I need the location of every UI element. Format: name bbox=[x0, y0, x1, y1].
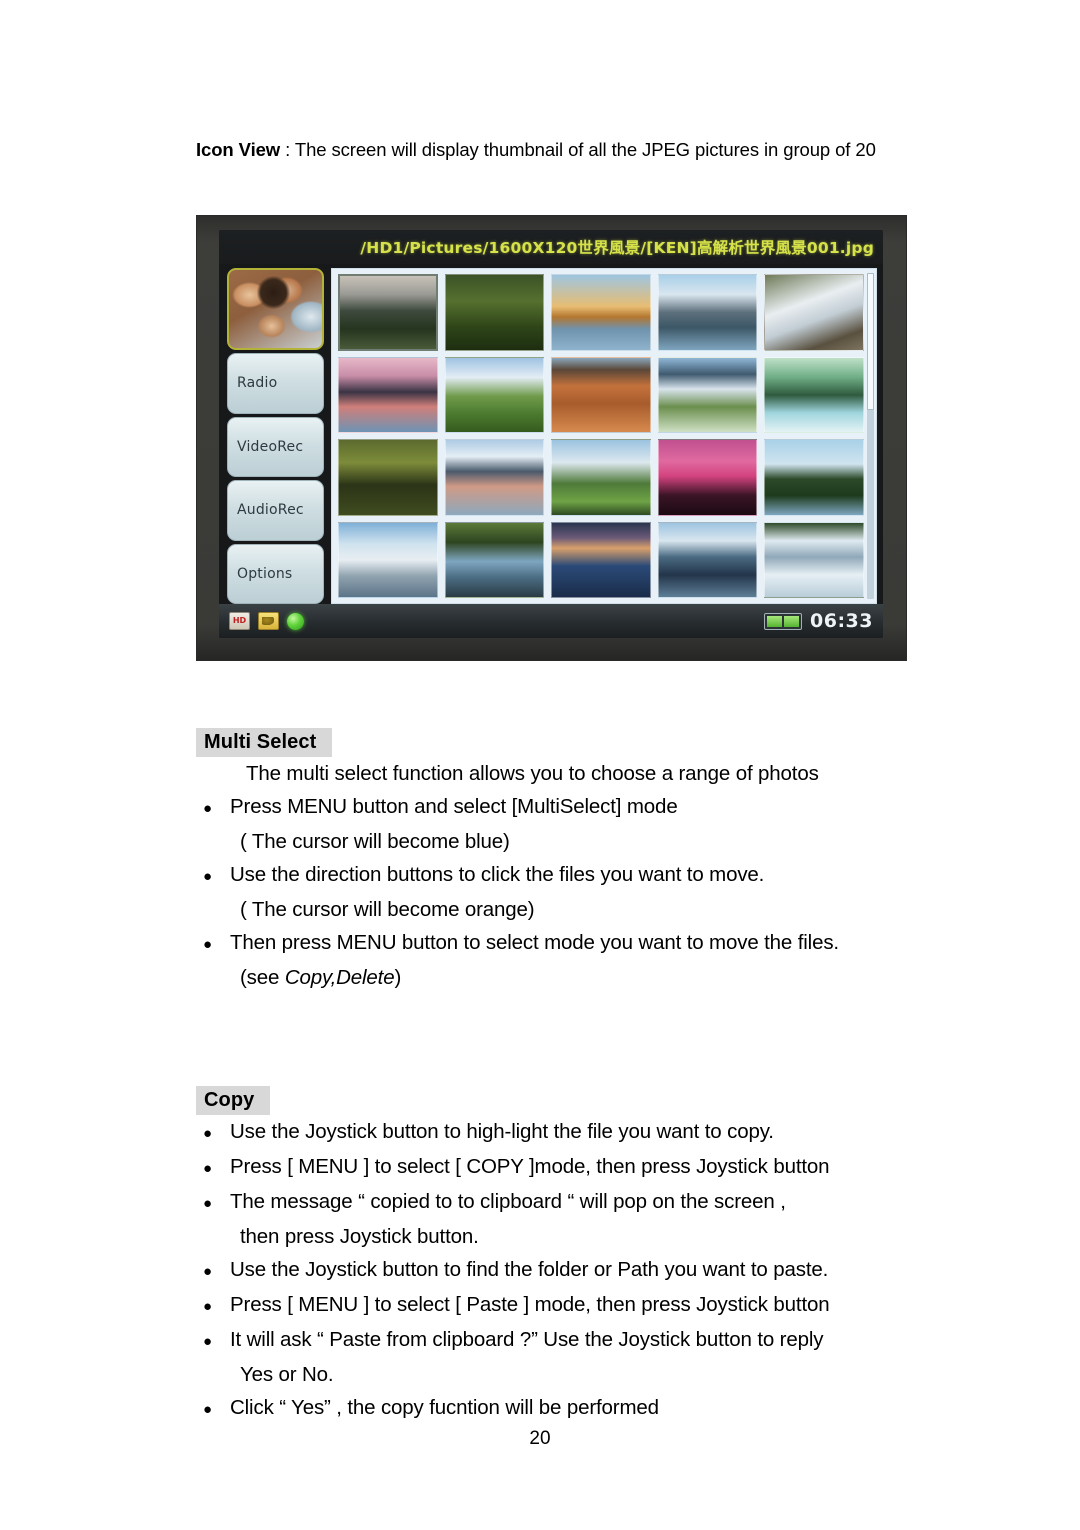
bullet-icon: ● bbox=[203, 1401, 212, 1418]
multi-select-bullet-1: ● Press MENU button and select [MultiSel… bbox=[196, 790, 1056, 825]
bullet-text: Then press MENU button to select mode yo… bbox=[230, 931, 839, 954]
bullet-icon: ● bbox=[203, 868, 212, 885]
copy-bullet-6-sub: Yes or No. bbox=[240, 1363, 334, 1386]
copy-bullet-1: ● Use the Joystick button to high-light … bbox=[196, 1115, 1056, 1150]
bullet-text: Press [ MENU ] to select [ COPY ]mode, t… bbox=[230, 1155, 830, 1178]
battery-cell bbox=[784, 615, 800, 627]
battery-cell bbox=[767, 615, 783, 627]
thumbnail-emerald-cascade-falls[interactable] bbox=[764, 356, 864, 433]
thumbnail-dense-jungle-canopy[interactable] bbox=[338, 439, 438, 516]
status-icon-group: HD bbox=[229, 612, 304, 630]
bullet-text: The message “ copied to to clipboard “ w… bbox=[230, 1190, 786, 1213]
thumbnail-green-meadow-clouds[interactable] bbox=[444, 356, 545, 433]
thumbnail-rocky-waterfall-rapids[interactable] bbox=[764, 274, 864, 351]
icon-view-description: Icon View : The screen will display thum… bbox=[196, 137, 1006, 163]
copy-bullet-7: ● Click “ Yes” , the copy fucntion will … bbox=[196, 1391, 1056, 1426]
copy-bullet-4: ● Use the Joystick button to find the fo… bbox=[196, 1253, 1056, 1288]
status-right-group: 06:33 bbox=[764, 610, 873, 632]
file-path-bar: /HD1/Pictures/1600X120世界風景/[KEN]高解析世界風景0… bbox=[219, 230, 883, 264]
grid-scrollbar[interactable] bbox=[867, 273, 874, 599]
multi-select-bullet-2: ● Use the direction buttons to click the… bbox=[196, 858, 1056, 893]
see-reference: Copy,Delete bbox=[284, 966, 395, 989]
copy-bullet-3-sub: then press Joystick button. bbox=[240, 1225, 479, 1248]
bullet-icon: ● bbox=[203, 1263, 212, 1280]
clock-time: 06:33 bbox=[810, 610, 873, 632]
thumbnail-snow-peak-reflection[interactable] bbox=[657, 274, 758, 351]
bullet-text: Use the Joystick button to high-light th… bbox=[230, 1120, 774, 1143]
multi-select-bullet-2-sub: ( The cursor will become orange) bbox=[240, 898, 535, 921]
copy-bullet-5: ● Press [ MENU ] to select [ Paste ] mod… bbox=[196, 1288, 1056, 1323]
thumbnail-palm-tree-beach[interactable] bbox=[764, 439, 864, 516]
multi-select-bullet-3: ● Then press MENU button to select mode … bbox=[196, 926, 1056, 961]
thumbnail-mossy-green-forest[interactable] bbox=[444, 274, 545, 351]
device-screen: /HD1/Pictures/1600X120世界風景/[KEN]高解析世界風景0… bbox=[219, 230, 883, 638]
hd-drive-icon-text: HD bbox=[232, 616, 247, 625]
battery-icon bbox=[764, 612, 803, 630]
thumbnail-blue-mountain-lake-mist[interactable] bbox=[657, 521, 758, 598]
thumbnail-red-rock-desert-ridges[interactable] bbox=[551, 356, 651, 433]
bullet-text: Press [ MENU ] to select [ Paste ] mode,… bbox=[230, 1293, 830, 1316]
thumbnail-snow-cliff-blue-sky[interactable] bbox=[338, 521, 438, 598]
hd-drive-icon: HD bbox=[229, 612, 250, 630]
multi-select-bullet-3-sub: (see Copy,Delete) bbox=[196, 961, 1056, 994]
copy-bullet-6: ● It will ask “ Paste from clipboard ?” … bbox=[196, 1323, 1056, 1358]
copy-bullet-3: ● The message “ copied to to clipboard “… bbox=[196, 1185, 1056, 1220]
bullet-text: It will ask “ Paste from clipboard ?” Us… bbox=[230, 1328, 824, 1351]
sidebar-item-photo-thumbnail[interactable] bbox=[227, 268, 324, 350]
copy-section: Copy ● Use the Joystick button to high-l… bbox=[196, 1086, 1056, 1426]
bullet-text: Press MENU button and select [MultiSelec… bbox=[230, 795, 678, 818]
thumbnail-snowy-mountain-lake-dusk[interactable] bbox=[444, 439, 545, 516]
bullet-icon: ● bbox=[203, 1125, 212, 1142]
thumbnail-alpine-wildflower-lake[interactable] bbox=[657, 356, 758, 433]
thumbnail-grid bbox=[331, 268, 877, 604]
device-status-bar: HD 06:33 bbox=[219, 604, 883, 638]
sidebar-item-options[interactable]: Options bbox=[227, 543, 324, 604]
sidebar-item-videorec[interactable]: VideoRec bbox=[227, 416, 324, 477]
thumbnail-misty-mountain-lake[interactable] bbox=[338, 274, 438, 351]
bullet-icon: ● bbox=[203, 936, 212, 953]
thumbnail-golden-sunset-lake-pier[interactable] bbox=[551, 274, 651, 351]
sidebar-item-label: VideoRec bbox=[237, 438, 304, 455]
thumbnail-green-hill-glacier[interactable] bbox=[551, 439, 651, 516]
bullet-text: Use the direction buttons to click the f… bbox=[230, 863, 765, 886]
bullet-icon: ● bbox=[203, 800, 212, 817]
grid-scrollbar-thumb[interactable] bbox=[867, 273, 874, 410]
bullet-icon: ● bbox=[203, 1160, 212, 1177]
folder-icon bbox=[258, 612, 279, 630]
green-status-indicator-icon bbox=[287, 612, 304, 630]
page-number: 20 bbox=[529, 1428, 551, 1449]
device-screenshot-photo: /HD1/Pictures/1600X120世界風景/[KEN]高解析世界風景0… bbox=[197, 216, 906, 660]
sidebar-item-audiorec[interactable]: AudioRec bbox=[227, 480, 324, 541]
bullet-icon: ● bbox=[203, 1333, 212, 1350]
file-path-text: /HD1/Pictures/1600X120世界風景/[KEN]高解析世界風景0… bbox=[360, 239, 874, 257]
copy-bullet-2: ● Press [ MENU ] to select [ COPY ]mode,… bbox=[196, 1150, 1056, 1185]
multi-select-intro-line: The multi select function allows you to … bbox=[246, 762, 819, 785]
thumbnail-pink-sunrise-river[interactable] bbox=[338, 356, 438, 433]
sidebar-item-label: Radio bbox=[237, 375, 278, 392]
bullet-icon: ● bbox=[203, 1298, 212, 1315]
multi-select-heading: Multi Select bbox=[196, 728, 333, 757]
people-photo-shading bbox=[256, 276, 291, 309]
icon-view-label: Icon View bbox=[196, 139, 281, 160]
device-sidebar: Radio VideoRec AudioRec Options bbox=[227, 268, 324, 604]
thumbnail-twilight-coastal-inlet[interactable] bbox=[551, 521, 651, 598]
sidebar-item-radio[interactable]: Radio bbox=[227, 353, 324, 414]
bullet-icon: ● bbox=[203, 1195, 212, 1212]
see-prefix: (see bbox=[240, 966, 285, 989]
multi-select-section: Multi Select The multi select function a… bbox=[196, 728, 1056, 994]
sidebar-item-label: Options bbox=[237, 565, 293, 582]
bullet-text: Click “ Yes” , the copy fucntion will be… bbox=[230, 1396, 659, 1419]
multi-select-bullet-1-sub: ( The cursor will become blue) bbox=[240, 830, 510, 853]
sidebar-item-label: AudioRec bbox=[237, 502, 304, 519]
thumbnail-swamp-forest-reflection[interactable] bbox=[444, 521, 545, 598]
copy-heading: Copy bbox=[196, 1086, 271, 1115]
thumbnail-magenta-sunset-cattle[interactable] bbox=[657, 439, 758, 516]
bullet-text: Use the Joystick button to find the fold… bbox=[230, 1258, 829, 1281]
thumbnail-winter-snow-river[interactable] bbox=[764, 521, 864, 598]
icon-view-text: : The screen will display thumbnail of a… bbox=[280, 139, 876, 160]
see-suffix: ) bbox=[394, 966, 402, 989]
